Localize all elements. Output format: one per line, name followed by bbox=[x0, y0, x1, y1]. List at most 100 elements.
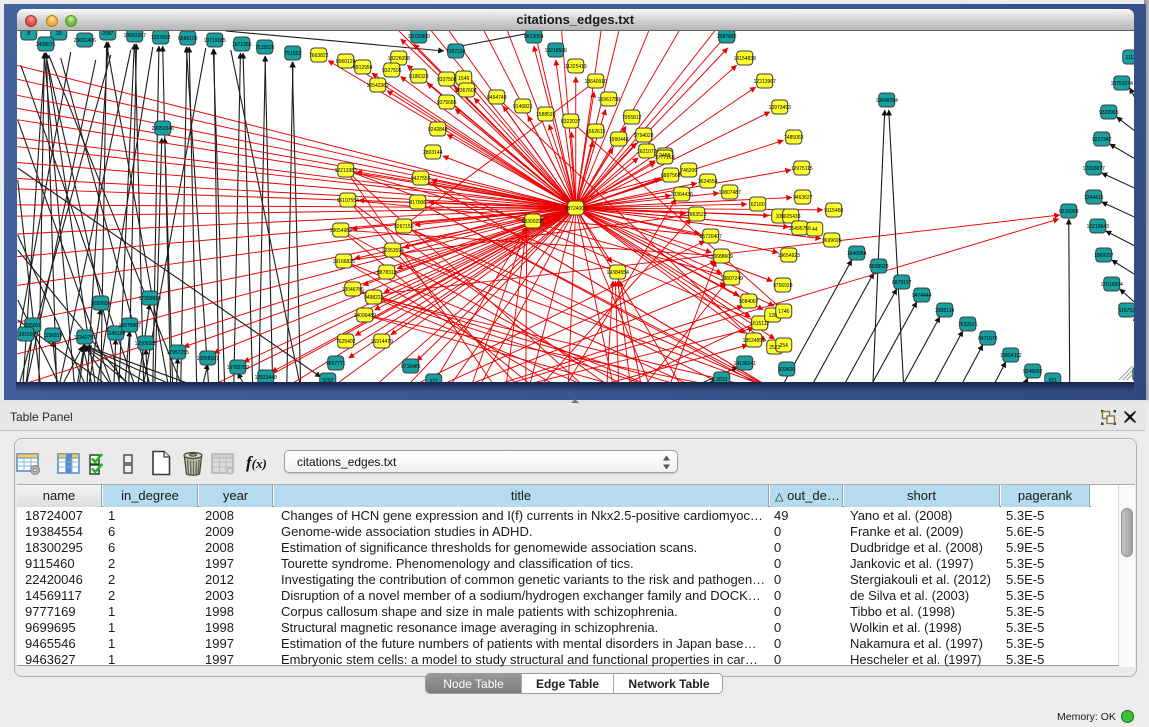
svg-text:17359918: 17359918 bbox=[138, 296, 160, 302]
svg-text:1990448: 1990448 bbox=[609, 137, 629, 143]
svg-text:17957255: 17957255 bbox=[166, 350, 188, 356]
svg-text:1112: 1112 bbox=[1125, 55, 1134, 61]
svg-text:29053346: 29053346 bbox=[151, 126, 173, 132]
svg-text:10973493: 10973493 bbox=[768, 105, 790, 111]
svg-text:6897568: 6897568 bbox=[661, 173, 681, 179]
svg-text:1640954: 1640954 bbox=[847, 251, 867, 257]
svg-text:10653267: 10653267 bbox=[123, 33, 145, 39]
svg-text:1615112: 1615112 bbox=[750, 321, 769, 327]
svg-text:12093877: 12093877 bbox=[1082, 166, 1104, 172]
svg-text:9777169: 9777169 bbox=[655, 155, 675, 161]
svg-text:9227342: 9227342 bbox=[1092, 137, 1112, 143]
svg-text:9699695: 9699695 bbox=[822, 238, 842, 244]
svg-text:12923448: 12923448 bbox=[254, 375, 276, 381]
svg-text:9025433: 9025433 bbox=[781, 214, 801, 220]
svg-text:19218506: 19218506 bbox=[544, 48, 566, 54]
svg-text:39159: 39159 bbox=[18, 332, 32, 338]
svg-text:746206: 746206 bbox=[680, 168, 697, 174]
svg-text:16107554: 16107554 bbox=[336, 198, 358, 204]
svg-text:1588520: 1588520 bbox=[536, 112, 556, 118]
svg-text:7863522: 7863522 bbox=[687, 212, 707, 218]
svg-text:10807487: 10807487 bbox=[718, 190, 740, 196]
svg-text:9245652: 9245652 bbox=[1023, 369, 1043, 375]
svg-text:9242848: 9242848 bbox=[428, 127, 448, 133]
svg-text:7955812: 7955812 bbox=[622, 115, 642, 121]
svg-text:751552: 751552 bbox=[284, 51, 301, 57]
svg-text:120: 120 bbox=[768, 313, 777, 319]
svg-text:2020655: 2020655 bbox=[91, 301, 111, 307]
svg-text:1746: 1746 bbox=[778, 309, 789, 315]
svg-text:8454749: 8454749 bbox=[487, 95, 507, 101]
svg-text:44: 44 bbox=[811, 227, 817, 233]
svg-text:8322037: 8322037 bbox=[561, 119, 581, 125]
svg-text:7357224: 7357224 bbox=[446, 49, 466, 55]
svg-text:62160: 62160 bbox=[750, 202, 764, 208]
svg-text:9794028: 9794028 bbox=[634, 133, 654, 139]
svg-text:11325419: 11325419 bbox=[564, 64, 586, 70]
svg-text:10688609: 10688609 bbox=[710, 254, 732, 260]
svg-text:19654923: 19654923 bbox=[777, 253, 799, 259]
svg-text:8938928: 8938928 bbox=[869, 264, 889, 270]
svg-text:8878313: 8878313 bbox=[377, 270, 397, 276]
svg-text:8: 8 bbox=[27, 31, 30, 37]
svg-text:7632621: 7632621 bbox=[958, 322, 978, 328]
svg-text:3624554: 3624554 bbox=[698, 179, 718, 185]
svg-text:1621072: 1621072 bbox=[637, 149, 657, 155]
svg-text:16154838: 16154838 bbox=[733, 56, 755, 62]
svg-text:18807249: 18807249 bbox=[720, 276, 742, 282]
svg-text:9716485: 9716485 bbox=[401, 364, 421, 370]
svg-text:9756928: 9756928 bbox=[773, 283, 793, 289]
svg-text:20364436: 20364436 bbox=[670, 192, 692, 198]
svg-text:835001: 835001 bbox=[24, 323, 41, 329]
svg-text:1327602: 1327602 bbox=[151, 35, 171, 41]
svg-text:3267150: 3267150 bbox=[394, 224, 414, 230]
svg-text:6966100: 6966100 bbox=[178, 36, 198, 42]
svg-text:8813054: 8813054 bbox=[524, 34, 544, 40]
svg-text:10648784: 10648784 bbox=[875, 98, 897, 104]
svg-text:254: 254 bbox=[779, 343, 788, 349]
svg-text:7485063: 7485063 bbox=[784, 135, 804, 141]
svg-text:1156819: 1156819 bbox=[43, 333, 62, 339]
svg-text:18724007: 18724007 bbox=[564, 206, 586, 212]
svg-text:1244415: 1244415 bbox=[1084, 195, 1104, 201]
svg-text:19654983: 19654983 bbox=[329, 228, 351, 234]
svg-text:8186323: 8186323 bbox=[409, 74, 429, 80]
svg-text:9463627: 9463627 bbox=[793, 195, 813, 201]
svg-text:19166825: 19166825 bbox=[332, 259, 354, 265]
svg-text:651: 651 bbox=[1048, 378, 1057, 382]
svg-text:8215958: 8215958 bbox=[1059, 209, 1079, 215]
svg-text:7625402: 7625402 bbox=[336, 339, 356, 345]
svg-text:14099489: 14099489 bbox=[353, 313, 375, 319]
svg-text:18300295: 18300295 bbox=[521, 219, 543, 225]
svg-text:10654112: 10654112 bbox=[999, 353, 1021, 359]
svg-text:16543382: 16543382 bbox=[366, 83, 388, 89]
svg-text:9146821: 9146821 bbox=[513, 104, 533, 110]
svg-text:1671355: 1671355 bbox=[232, 42, 252, 48]
svg-text:10958107: 10958107 bbox=[196, 356, 218, 362]
svg-text:2935114: 2935114 bbox=[935, 308, 954, 314]
svg-text:2813: 2813 bbox=[716, 377, 727, 382]
svg-text:16914479: 16914479 bbox=[370, 339, 392, 345]
svg-text:1546: 1546 bbox=[458, 76, 469, 82]
svg-text:16210643: 16210643 bbox=[1086, 224, 1108, 230]
svg-text:2367608: 2367608 bbox=[457, 88, 477, 94]
svg-text:15495756: 15495756 bbox=[788, 226, 810, 232]
svg-text:18524851: 18524851 bbox=[742, 338, 764, 344]
svg-text:9292: 9292 bbox=[322, 378, 333, 382]
svg-text:8912954: 8912954 bbox=[353, 65, 373, 71]
svg-text:9657771: 9657771 bbox=[326, 361, 346, 367]
svg-text:19384554: 19384554 bbox=[606, 270, 628, 276]
svg-text:17016504: 17016504 bbox=[1100, 282, 1122, 288]
svg-text:19975867: 19975867 bbox=[118, 323, 140, 329]
svg-text:2803144: 2803144 bbox=[423, 150, 443, 156]
svg-text:12342757: 12342757 bbox=[73, 335, 95, 341]
svg-text:1562615: 1562615 bbox=[586, 129, 606, 135]
svg-text:2087682: 2087682 bbox=[717, 34, 737, 40]
svg-text:817006: 817006 bbox=[409, 200, 426, 206]
svg-text:15720407: 15720407 bbox=[699, 234, 721, 240]
svg-text:20: 20 bbox=[55, 31, 61, 37]
svg-text:16033809: 16033809 bbox=[407, 34, 429, 40]
svg-text:116753: 116753 bbox=[1118, 308, 1134, 314]
svg-text:12213383: 12213383 bbox=[334, 168, 356, 174]
svg-text:20691406: 20691406 bbox=[73, 38, 95, 44]
